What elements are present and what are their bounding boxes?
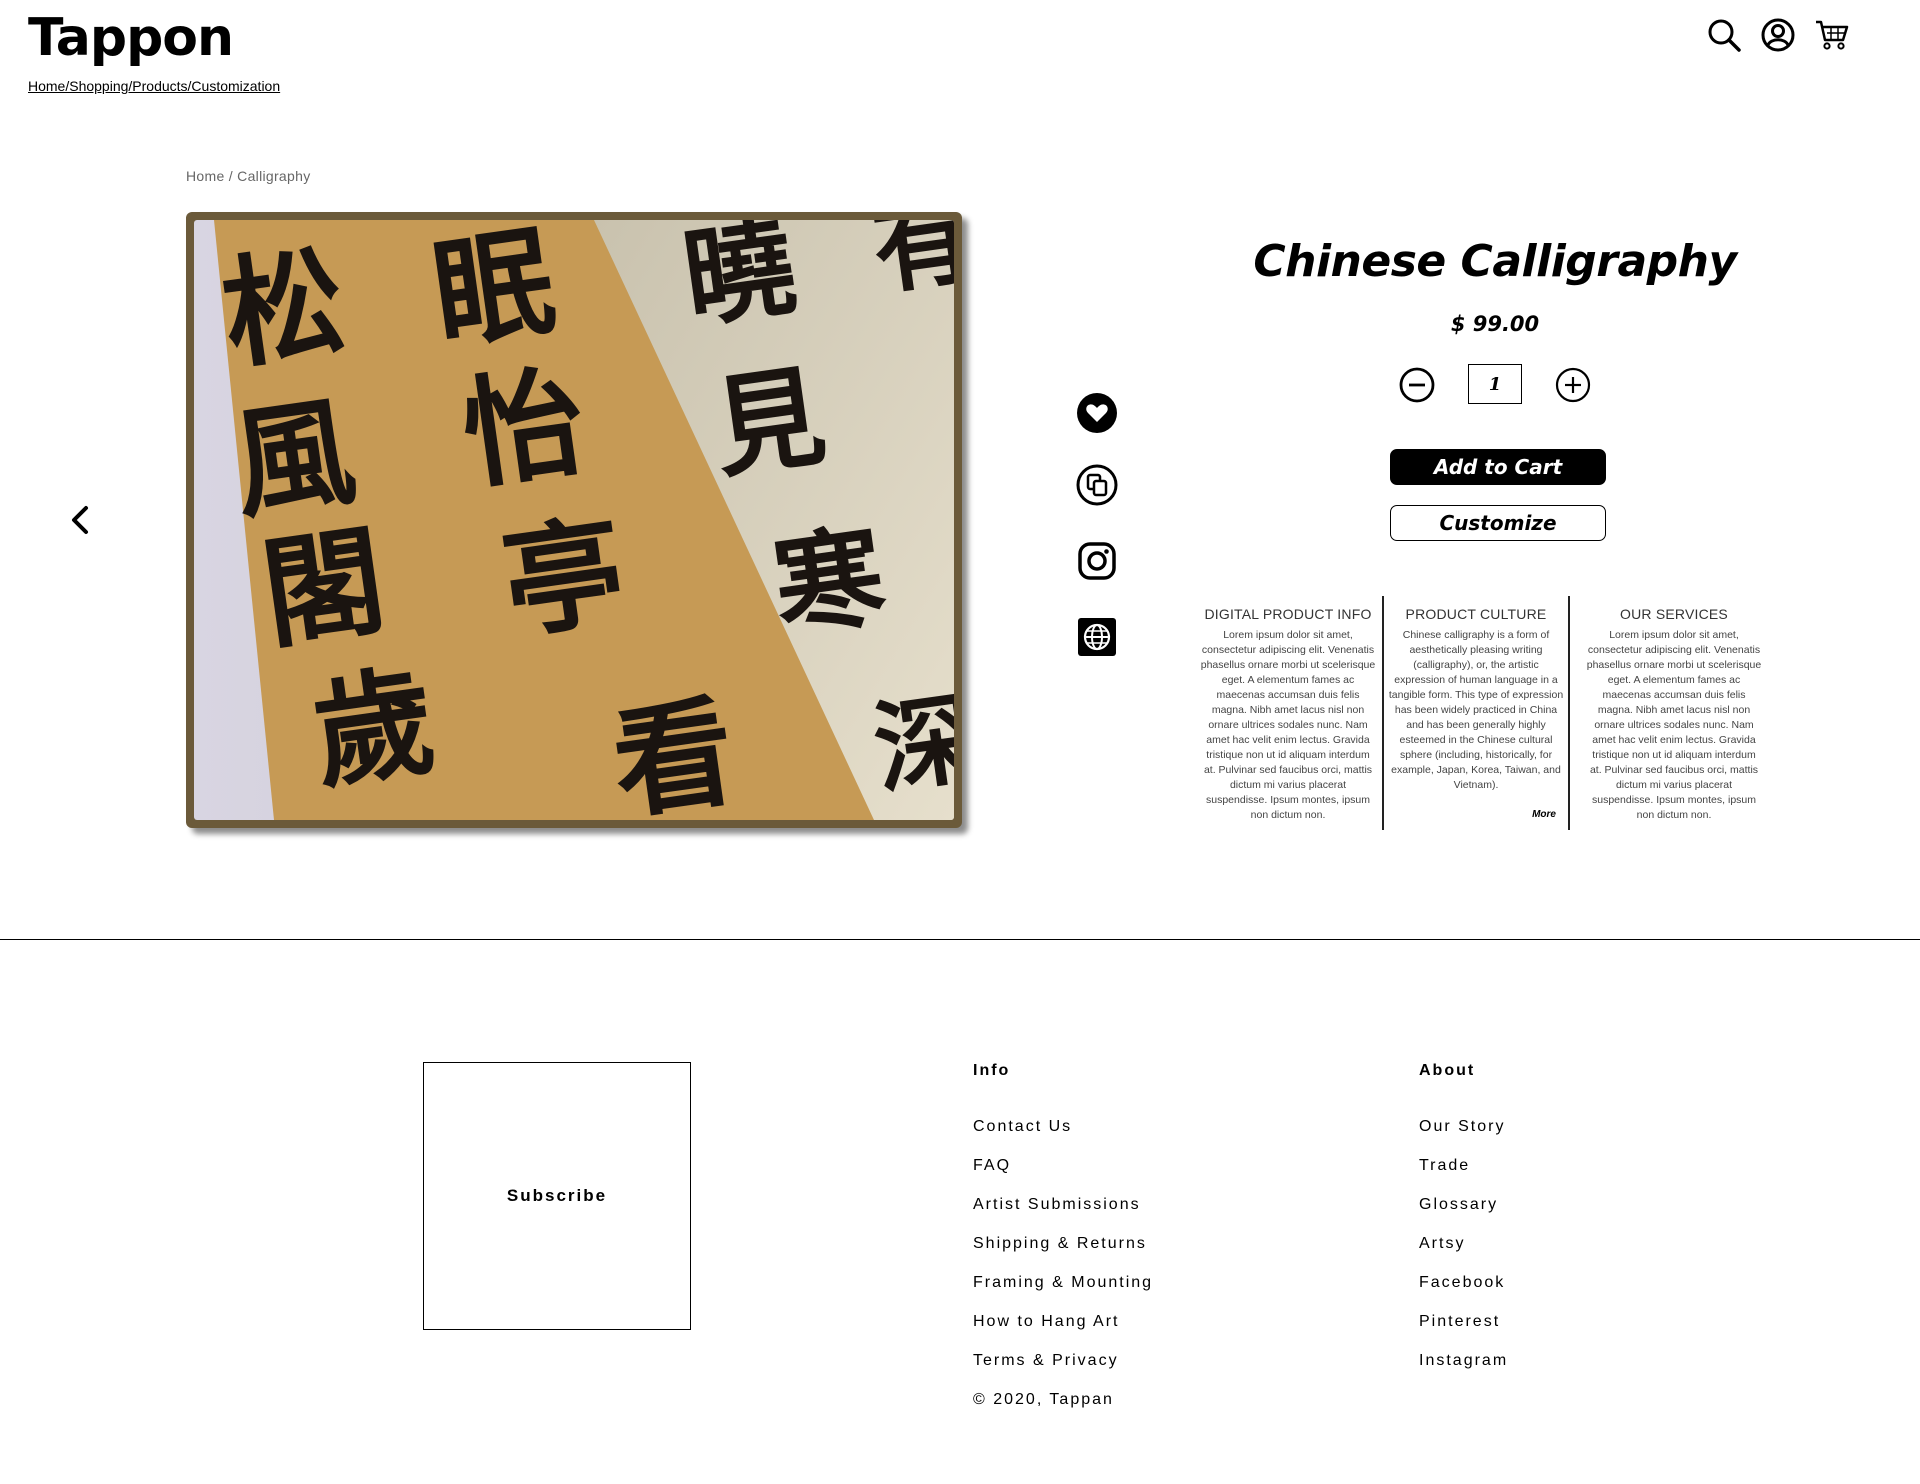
- plus-icon[interactable]: [1554, 366, 1592, 404]
- info-column-heading: OUR SERVICES: [1620, 606, 1728, 622]
- calligraphy-char: 曉: [676, 220, 803, 344]
- info-column-heading: PRODUCT CULTURE: [1405, 606, 1547, 622]
- footer-link-instagram[interactable]: Instagram: [1419, 1350, 1508, 1372]
- product-image[interactable]: 松 風 閣 歲 眠 怡 亭 曉 見 寒 看 有 深: [194, 220, 954, 820]
- footer-link-glossary[interactable]: Glossary: [1419, 1194, 1498, 1216]
- minus-icon[interactable]: [1398, 366, 1436, 404]
- subscribe-button[interactable]: Subscribe: [423, 1062, 691, 1330]
- calligraphy-char: 眠: [425, 220, 563, 367]
- site-logo[interactable]: Tappon: [28, 8, 234, 68]
- footer-link-facebook[interactable]: Facebook: [1419, 1272, 1505, 1294]
- footer-link-terms[interactable]: Terms & Privacy: [973, 1350, 1119, 1372]
- info-column-digital: DIGITAL PRODUCT INFO Lorem ipsum dolor s…: [1200, 596, 1376, 830]
- footer-link-artsy[interactable]: Artsy: [1419, 1233, 1465, 1255]
- product-info-columns: DIGITAL PRODUCT INFO Lorem ipsum dolor s…: [1200, 596, 1766, 830]
- calligraphy-char: 松: [215, 230, 353, 386]
- info-column-body: Lorem ipsum dolor sit amet, consectetur …: [1200, 629, 1376, 821]
- copy-icon[interactable]: [1076, 464, 1118, 506]
- info-column-heading: DIGITAL PRODUCT INFO: [1204, 606, 1372, 622]
- footer-info-heading: Info: [973, 1062, 1011, 1079]
- footer-about-heading: About: [1419, 1062, 1476, 1079]
- search-icon[interactable]: [1706, 14, 1742, 56]
- calligraphy-char: 深: [867, 678, 954, 809]
- quantity-input[interactable]: [1468, 364, 1522, 404]
- footer-copyright: © 2020, Tappan: [973, 1391, 1114, 1408]
- instagram-icon[interactable]: [1076, 540, 1118, 582]
- info-column-body: Chinese calligraphy is a form of aesthet…: [1388, 629, 1564, 791]
- info-column-body: Lorem ipsum dolor sit amet, consectetur …: [1586, 629, 1762, 821]
- site-breadcrumb[interactable]: Home/Shopping/Products/Customization: [28, 78, 280, 94]
- quantity-stepper: [1398, 362, 1592, 408]
- customize-button[interactable]: Customize: [1390, 505, 1606, 541]
- footer-about-column: About Our Story Trade Glossary Artsy Fac…: [1419, 1060, 1506, 1369]
- header-icon-bar: [1706, 14, 1850, 56]
- chevron-left-icon[interactable]: [66, 500, 96, 540]
- calligraphy-char: 寒: [766, 511, 893, 654]
- product-image-frame: 松 風 閣 歲 眠 怡 亭 曉 見 寒 看 有 深: [186, 212, 962, 828]
- calligraphy-char: 見: [706, 351, 833, 494]
- footer-info-column: Info Contact Us FAQ Artist Submissions S…: [973, 1060, 1151, 1408]
- footer-link-contact[interactable]: Contact Us: [973, 1116, 1072, 1138]
- footer-link-hang-art[interactable]: How to Hang Art: [973, 1311, 1120, 1333]
- calligraphy-char: 看: [605, 680, 743, 820]
- product-price: $ 99.00: [1450, 312, 1540, 336]
- calligraphy-char: 閣: [255, 510, 393, 666]
- footer-link-artist-submissions[interactable]: Artist Submissions: [973, 1194, 1141, 1216]
- add-to-cart-button[interactable]: Add to Cart: [1390, 449, 1606, 485]
- product-title: Chinese Calligraphy: [1253, 236, 1737, 287]
- footer-link-our-story[interactable]: Our Story: [1419, 1116, 1505, 1138]
- footer-divider: [0, 939, 1920, 940]
- footer-link-shipping[interactable]: Shipping & Returns: [973, 1233, 1147, 1255]
- calligraphy-char: 風: [225, 380, 363, 536]
- calligraphy-char: 歲: [305, 650, 443, 806]
- breadcrumb: Home / Calligraphy: [186, 168, 311, 184]
- more-link[interactable]: More: [1532, 809, 1556, 820]
- footer-link-trade[interactable]: Trade: [1419, 1155, 1470, 1177]
- column-divider: [1382, 596, 1384, 830]
- column-divider: [1568, 596, 1570, 830]
- breadcrumb-separator: /: [228, 168, 233, 184]
- account-icon[interactable]: [1760, 14, 1796, 56]
- calligraphy-char: 亭: [495, 500, 633, 656]
- globe-icon[interactable]: [1076, 616, 1118, 658]
- heart-icon[interactable]: [1076, 392, 1118, 434]
- breadcrumb-current: Calligraphy: [237, 168, 311, 184]
- info-column-culture: PRODUCT CULTURE Chinese calligraphy is a…: [1388, 596, 1564, 830]
- calligraphy-char: 怡: [455, 350, 593, 506]
- breadcrumb-home[interactable]: Home: [186, 168, 225, 184]
- cart-icon[interactable]: [1814, 14, 1850, 56]
- footer-link-faq[interactable]: FAQ: [973, 1155, 1011, 1177]
- footer-link-pinterest[interactable]: Pinterest: [1419, 1311, 1500, 1333]
- footer-link-framing[interactable]: Framing & Mounting: [973, 1272, 1153, 1294]
- info-column-services: OUR SERVICES Lorem ipsum dolor sit amet,…: [1586, 596, 1762, 830]
